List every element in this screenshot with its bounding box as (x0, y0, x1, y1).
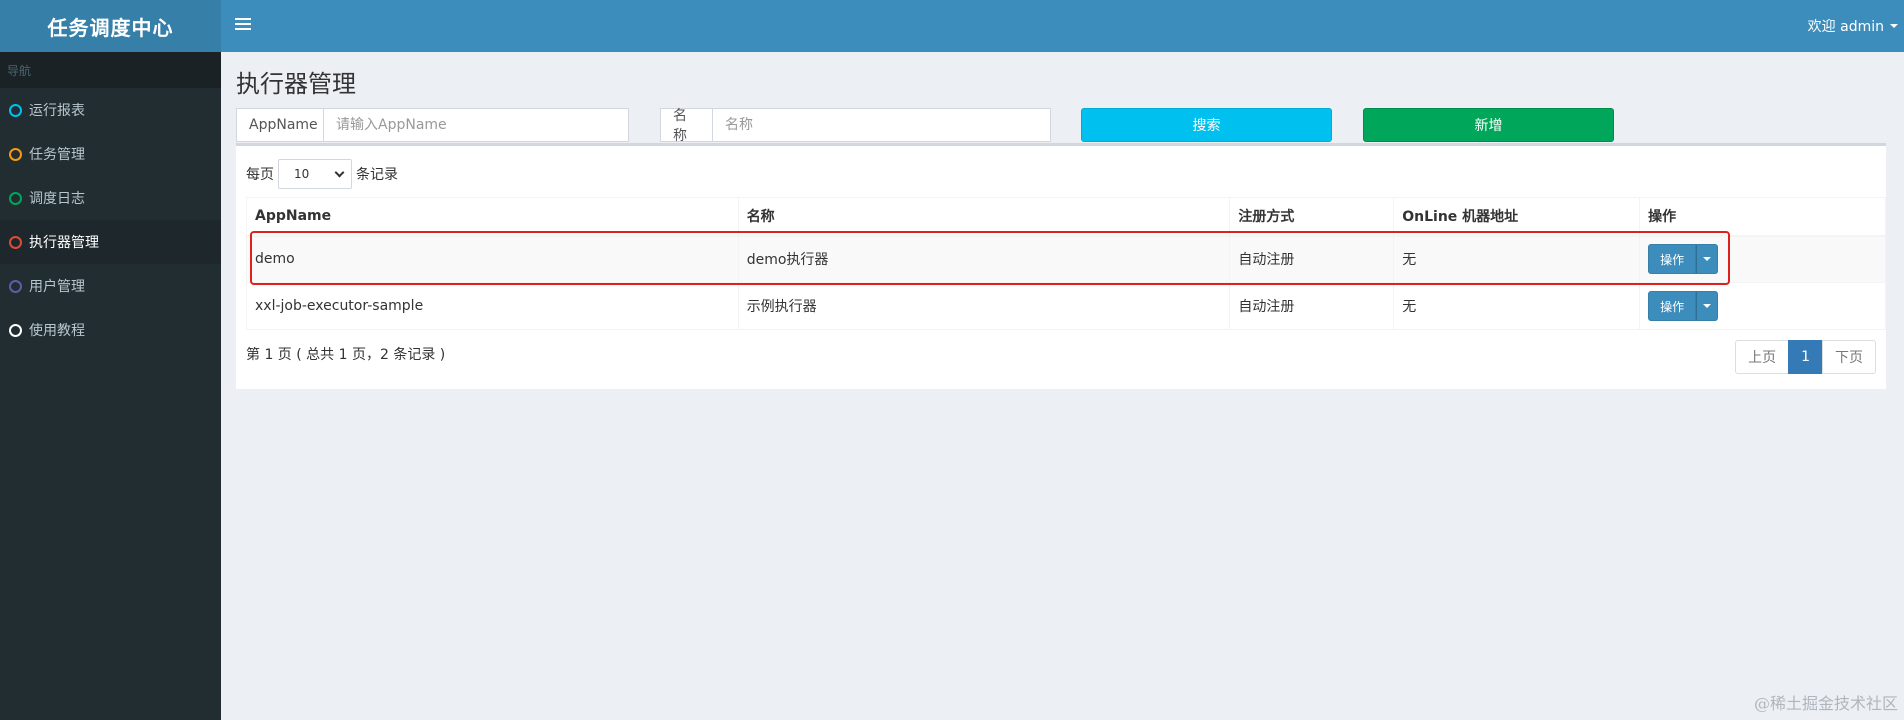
circle-icon (9, 323, 22, 337)
column-header-online[interactable]: OnLine 机器地址 (1393, 197, 1641, 237)
user-menu[interactable]: 欢迎 admin (1808, 0, 1904, 52)
page-length-select[interactable]: 10 (278, 159, 352, 189)
action-button-group: 操作 (1648, 244, 1719, 275)
nav-header: 导航 (0, 52, 221, 88)
app-logo[interactable]: 任务调度中心 (0, 0, 221, 52)
table-header-row: AppName 名称 注册方式 OnLine 机器地址 操作 (246, 197, 1886, 237)
cell-name: demo执行器 (737, 235, 1231, 283)
cell-online: 无 (1393, 282, 1641, 330)
action-button-group: 操作 (1648, 291, 1719, 321)
cell-appname: xxl-job-executor-sample (246, 282, 739, 330)
per-page-suffix: 条记录 (356, 167, 398, 183)
action-button[interactable]: 操作 (1648, 244, 1697, 275)
cell-action: 操作 (1639, 235, 1886, 283)
appname-input[interactable] (324, 108, 629, 142)
search-button[interactable]: 搜索 (1081, 108, 1332, 142)
executor-table: AppName 名称 注册方式 OnLine 机器地址 操作 demo demo… (246, 197, 1886, 330)
cell-name: 示例执行器 (737, 282, 1231, 330)
appname-filter-label: AppName (236, 108, 324, 142)
prev-page-button[interactable]: 上页 (1735, 340, 1790, 374)
sidebar-item-4[interactable]: 用户管理 (0, 264, 221, 308)
sidebar: 任务调度中心 导航 运行报表任务管理调度日志执行器管理用户管理使用教程 (0, 0, 221, 720)
sidebar-item-5[interactable]: 使用教程 (0, 308, 221, 352)
table-info: 第 1 页 ( 总共 1 页，2 条记录 ) (246, 347, 446, 363)
sidebar-item-label: 执行器管理 (29, 235, 99, 251)
name-input[interactable] (713, 108, 1051, 142)
watermark: @稀土掘金技术社区 (1753, 694, 1898, 713)
page-title: 执行器管理 (236, 70, 356, 98)
sidebar-item-1[interactable]: 任务管理 (0, 132, 221, 176)
action-dropdown-toggle[interactable] (1696, 291, 1719, 321)
table-row: xxl-job-executor-sample 示例执行器 自动注册 无 操作 (246, 282, 1886, 330)
circle-icon (9, 235, 22, 249)
caret-down-icon (1890, 24, 1898, 28)
per-page-prefix: 每页 (246, 167, 274, 183)
action-button[interactable]: 操作 (1648, 291, 1697, 321)
caret-down-icon (1703, 257, 1712, 262)
circle-icon (9, 103, 22, 117)
executor-table-box: 每页 10 条记录 AppName 名称 注册方式 OnLine 机器地址 操作… (236, 143, 1886, 389)
top-header: 欢迎 admin (221, 0, 1904, 52)
circle-icon (9, 191, 22, 205)
sidebar-item-label: 调度日志 (29, 191, 85, 207)
page-length-control: 每页 10 条记录 (246, 159, 398, 189)
user-menu-label: 欢迎 admin (1807, 19, 1884, 35)
cell-reg-type: 自动注册 (1229, 282, 1395, 330)
cell-online: 无 (1393, 235, 1641, 283)
column-header-reg-type[interactable]: 注册方式 (1229, 197, 1395, 237)
action-dropdown-toggle[interactable] (1696, 244, 1719, 275)
chevron-down-icon (334, 167, 345, 177)
column-header-action: 操作 (1639, 197, 1886, 237)
page-length-value: 10 (294, 167, 310, 181)
menu-icon[interactable] (235, 15, 251, 35)
name-filter: 名称 (660, 108, 1051, 144)
sidebar-item-label: 用户管理 (29, 279, 85, 295)
column-header-name[interactable]: 名称 (737, 197, 1231, 237)
name-filter-label: 名称 (660, 108, 713, 144)
sidebar-item-label: 运行报表 (29, 103, 85, 119)
sidebar-item-0[interactable]: 运行报表 (0, 88, 221, 132)
appname-filter: AppName (236, 108, 629, 142)
add-button[interactable]: 新增 (1363, 108, 1614, 142)
table-row: demo demo执行器 自动注册 无 操作 (246, 235, 1886, 283)
nav-list: 运行报表任务管理调度日志执行器管理用户管理使用教程 (0, 88, 221, 352)
cell-appname: demo (246, 235, 739, 283)
circle-icon (9, 279, 22, 293)
pagination: 上页 1 下页 (1735, 340, 1876, 374)
caret-down-icon (1703, 304, 1712, 308)
circle-icon (9, 147, 22, 161)
sidebar-item-2[interactable]: 调度日志 (0, 176, 221, 220)
cell-reg-type: 自动注册 (1229, 235, 1395, 283)
sidebar-item-label: 任务管理 (29, 147, 85, 163)
sidebar-item-3[interactable]: 执行器管理 (0, 220, 221, 264)
cell-action: 操作 (1639, 282, 1886, 330)
sidebar-item-label: 使用教程 (29, 323, 85, 339)
page-button-current[interactable]: 1 (1788, 340, 1823, 374)
column-header-appname[interactable]: AppName (246, 197, 739, 237)
next-page-button[interactable]: 下页 (1822, 340, 1876, 374)
